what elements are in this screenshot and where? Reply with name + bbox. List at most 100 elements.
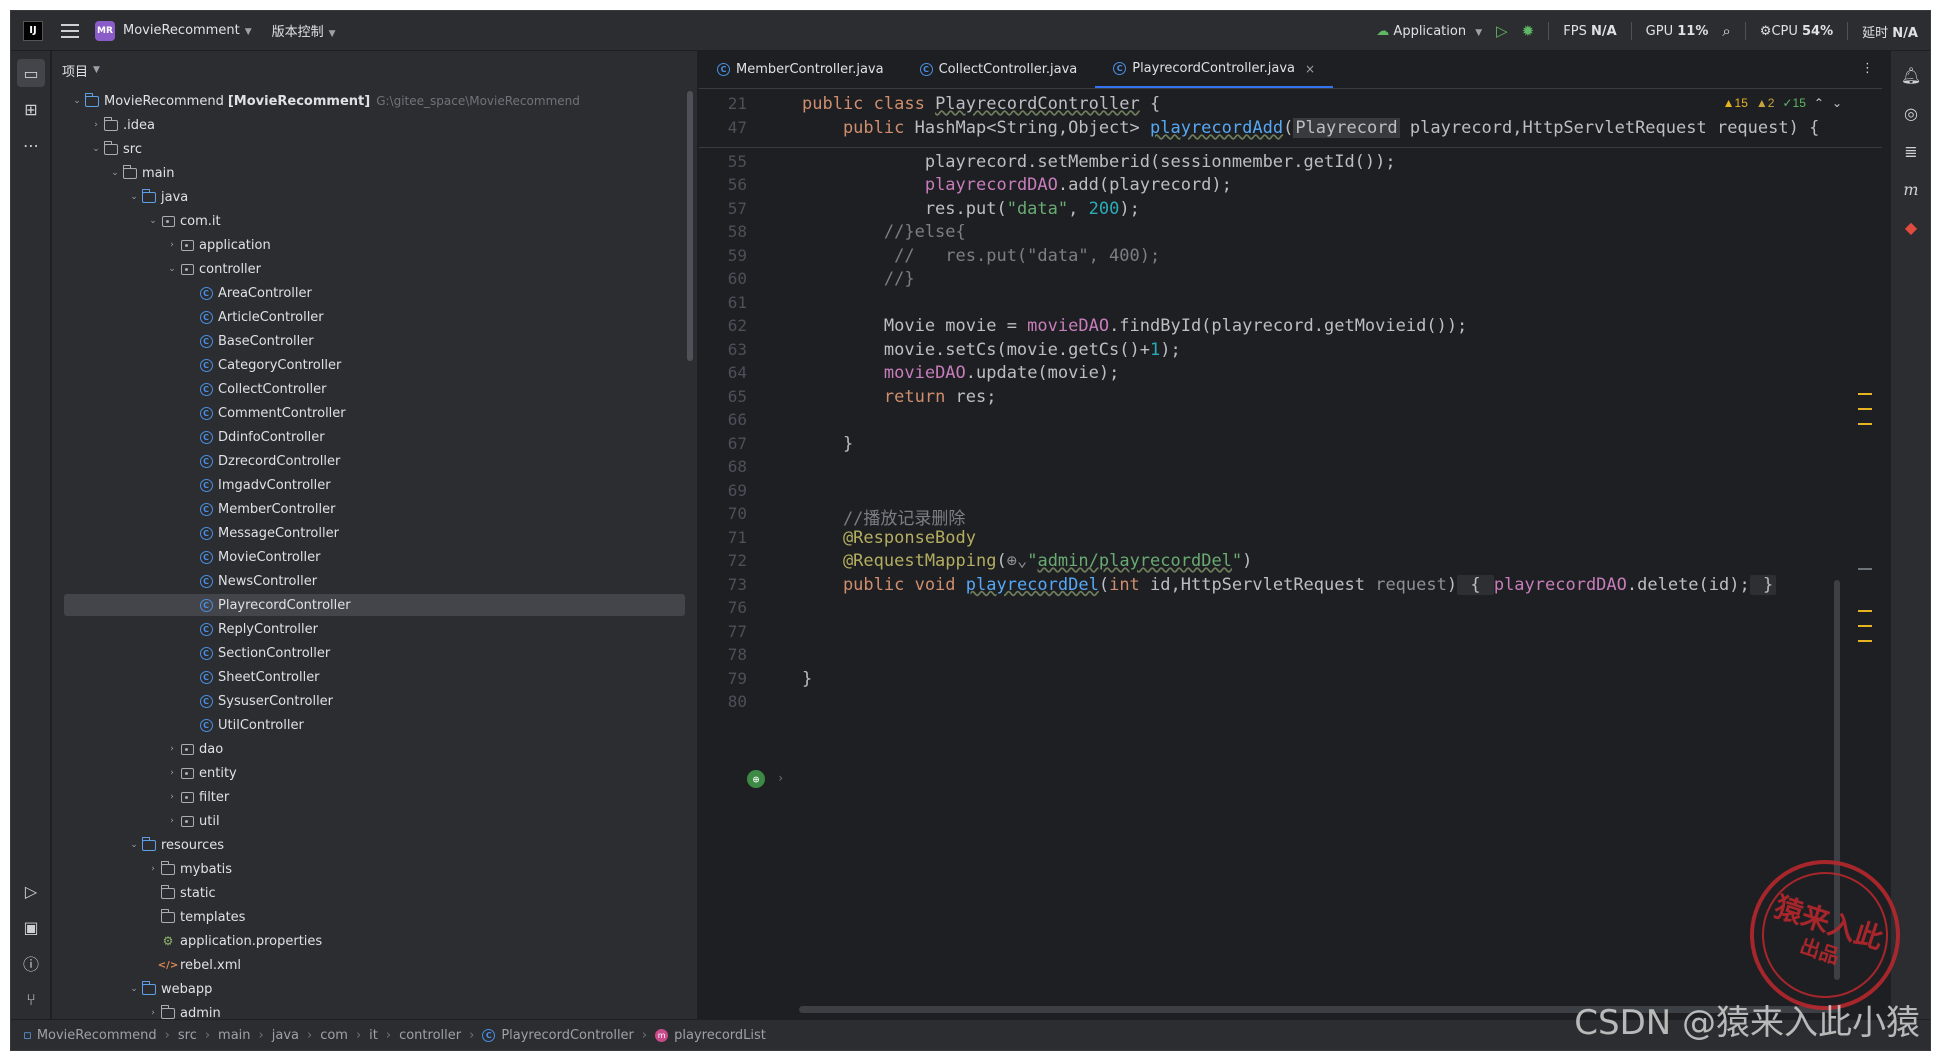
breadcrumb-item[interactable]: C PlayrecordController (482, 1028, 634, 1043)
problems-icon[interactable]: ⓘ (17, 949, 45, 977)
services-icon[interactable]: ▷ (17, 877, 45, 905)
tree-item-sheetcontroller[interactable]: C SheetController (52, 665, 697, 689)
code-line[interactable]: @RequestMapping(⊕⌄"admin/playrecordDel") (802, 551, 1252, 571)
code-line[interactable]: //} (802, 269, 915, 289)
tree-item-dzrecordcontroller[interactable]: C DzrecordController (52, 449, 697, 473)
tree-item-sysusercontroller[interactable]: C SysuserController (52, 689, 697, 713)
structure-icon[interactable]: ⊞ (17, 95, 45, 123)
git-icon[interactable]: ⑂ (17, 985, 45, 1013)
editor-tab[interactable]: C MemberController.java (699, 51, 902, 88)
tree-item-application[interactable]: › application (52, 233, 697, 257)
warning-mark[interactable] (1858, 625, 1872, 627)
code-line[interactable]: public HashMap<String,Object> playrecord… (802, 118, 1819, 138)
tree-item-membercontroller[interactable]: C MemberController (52, 497, 697, 521)
warning-mark[interactable] (1858, 423, 1872, 425)
tree-item-imgadvcontroller[interactable]: C ImgadvController (52, 473, 697, 497)
breadcrumb-item[interactable]: it (369, 1028, 378, 1043)
code-line[interactable]: movie.setCs(movie.getCs()+1); (802, 340, 1181, 360)
chevron-right-icon[interactable]: › (146, 1008, 160, 1018)
code-line[interactable]: return res; (802, 387, 997, 407)
tree-item-mybatis[interactable]: › mybatis (52, 857, 697, 881)
tree-item-application-properties[interactable]: ⚙ application.properties (52, 929, 697, 953)
tree-item-categorycontroller[interactable]: C CategoryController (52, 353, 697, 377)
jrebel-icon[interactable]: ◆ (1897, 213, 1925, 241)
warning-mark[interactable] (1858, 393, 1872, 395)
database-icon[interactable]: ≣ (1897, 137, 1925, 165)
code-line[interactable]: movieDAO.update(movie); (802, 363, 1119, 383)
chevron-down-icon[interactable]: ⌄ (146, 216, 160, 226)
tree-item-main[interactable]: ⌄ main (52, 161, 697, 185)
code-line[interactable]: } (802, 434, 853, 454)
code-area[interactable]: 21 public class PlayrecordController {47 … (699, 90, 1882, 1021)
tree-item-articlecontroller[interactable]: C ArticleController (52, 305, 697, 329)
breadcrumb-item[interactable]: java (272, 1028, 299, 1043)
breadcrumb-item[interactable]: controller (399, 1028, 461, 1043)
tree-item--idea[interactable]: › .idea (52, 113, 697, 137)
chevron-right-icon[interactable]: › (165, 816, 179, 826)
tree-item-resources[interactable]: ⌄ resources (52, 833, 697, 857)
tree-item-admin[interactable]: › admin (52, 1001, 697, 1021)
code-line[interactable]: //播放记录删除 (802, 504, 965, 529)
vcs-menu[interactable]: 版本控制 ▼ (272, 21, 336, 40)
breadcrumb-item[interactable]: main (218, 1028, 250, 1043)
code-line[interactable]: } (802, 669, 812, 689)
tree-item-movierecommend[interactable]: ⌄ MovieRecommend [MovieRecomment] G:\gitee_… (52, 89, 697, 113)
code-line[interactable]: public void playrecordDel(int id,HttpSer… (802, 574, 1777, 595)
breadcrumb-item[interactable]: m playrecordList (655, 1028, 766, 1043)
tree-item-templates[interactable]: templates (52, 905, 697, 929)
chevron-right-icon[interactable]: › (89, 120, 103, 130)
maven-icon[interactable]: m (1897, 175, 1925, 203)
more-options-icon[interactable]: ⋮ (1861, 61, 1874, 76)
chevron-right-icon[interactable]: › (165, 792, 179, 802)
search-icon[interactable]: ⌕ (1722, 22, 1730, 40)
tree-item-com-it[interactable]: ⌄ com.it (52, 209, 697, 233)
warning-mark[interactable] (1858, 640, 1872, 642)
info-mark[interactable] (1858, 568, 1872, 570)
more-tools-icon[interactable]: ⋯ (17, 131, 45, 159)
tree-item-collectcontroller[interactable]: C CollectController (52, 377, 697, 401)
chevron-right-icon[interactable]: › (165, 744, 179, 754)
code-line[interactable]: @ResponseBody (802, 528, 976, 548)
project-panel-header[interactable]: 项目 ▼ (52, 51, 697, 89)
chevron-down-icon[interactable]: ⌄ (1832, 96, 1842, 110)
tree-item-webapp[interactable]: ⌄ webapp (52, 977, 697, 1001)
web-endpoint-icon[interactable]: ⊕ (747, 770, 765, 788)
chevron-down-icon[interactable]: ⌄ (127, 192, 141, 202)
tree-item-newscontroller[interactable]: C NewsController (52, 569, 697, 593)
tree-item-replycontroller[interactable]: C ReplyController (52, 617, 697, 641)
code-line[interactable]: Movie movie = movieDAO.findById(playreco… (802, 316, 1467, 336)
close-icon[interactable]: × (1305, 62, 1315, 76)
tree-item-static[interactable]: static (52, 881, 697, 905)
breadcrumb-item[interactable]: com (320, 1028, 348, 1043)
project-tool-folder-icon[interactable]: ▭ (17, 59, 45, 87)
project-switcher[interactable]: MovieRecomment ▼ (123, 23, 252, 38)
debug-icon[interactable]: ✹ (1522, 22, 1535, 40)
tree-item-playrecordcontroller[interactable]: C PlayrecordController (52, 593, 697, 617)
tree-item-src[interactable]: ⌄ src (52, 137, 697, 161)
tree-item-areacontroller[interactable]: C AreaController (52, 281, 697, 305)
chevron-right-icon[interactable]: › (146, 864, 160, 874)
code-line[interactable]: res.put("data", 200); (802, 199, 1140, 219)
notifications-icon[interactable]: 🔔︎ (1897, 61, 1925, 89)
tree-item-controller[interactable]: ⌄ controller (52, 257, 697, 281)
breadcrumb-item[interactable]: src (178, 1028, 197, 1043)
chevron-right-icon[interactable]: › (777, 771, 784, 785)
chevron-right-icon[interactable]: › (165, 240, 179, 250)
code-line[interactable]: public class PlayrecordController { (802, 94, 1160, 114)
warning-mark[interactable] (1858, 610, 1872, 612)
inspection-widget[interactable]: ▲15 ▲2 ✓15 ⌃ ⌄ (1723, 96, 1842, 110)
code-line[interactable]: //}else{ (802, 222, 966, 242)
warning-mark[interactable] (1858, 408, 1872, 410)
tree-item-moviecontroller[interactable]: C MovieController (52, 545, 697, 569)
code-line[interactable]: // res.put("data", 400); (802, 246, 1160, 266)
tree-item-commentcontroller[interactable]: C CommentController (52, 401, 697, 425)
tree-item-messagecontroller[interactable]: C MessageController (52, 521, 697, 545)
tree-item-utilcontroller[interactable]: C UtilController (52, 713, 697, 737)
chevron-down-icon[interactable]: ⌄ (165, 264, 179, 274)
project-scrollbar[interactable] (687, 91, 693, 361)
tree-item-entity[interactable]: › entity (52, 761, 697, 785)
run-icon[interactable]: ▷ (1496, 22, 1508, 40)
ai-assistant-icon[interactable]: ◎ (1897, 99, 1925, 127)
code-line[interactable]: playrecordDAO.add(playrecord); (802, 175, 1232, 195)
tree-item-basecontroller[interactable]: C BaseController (52, 329, 697, 353)
